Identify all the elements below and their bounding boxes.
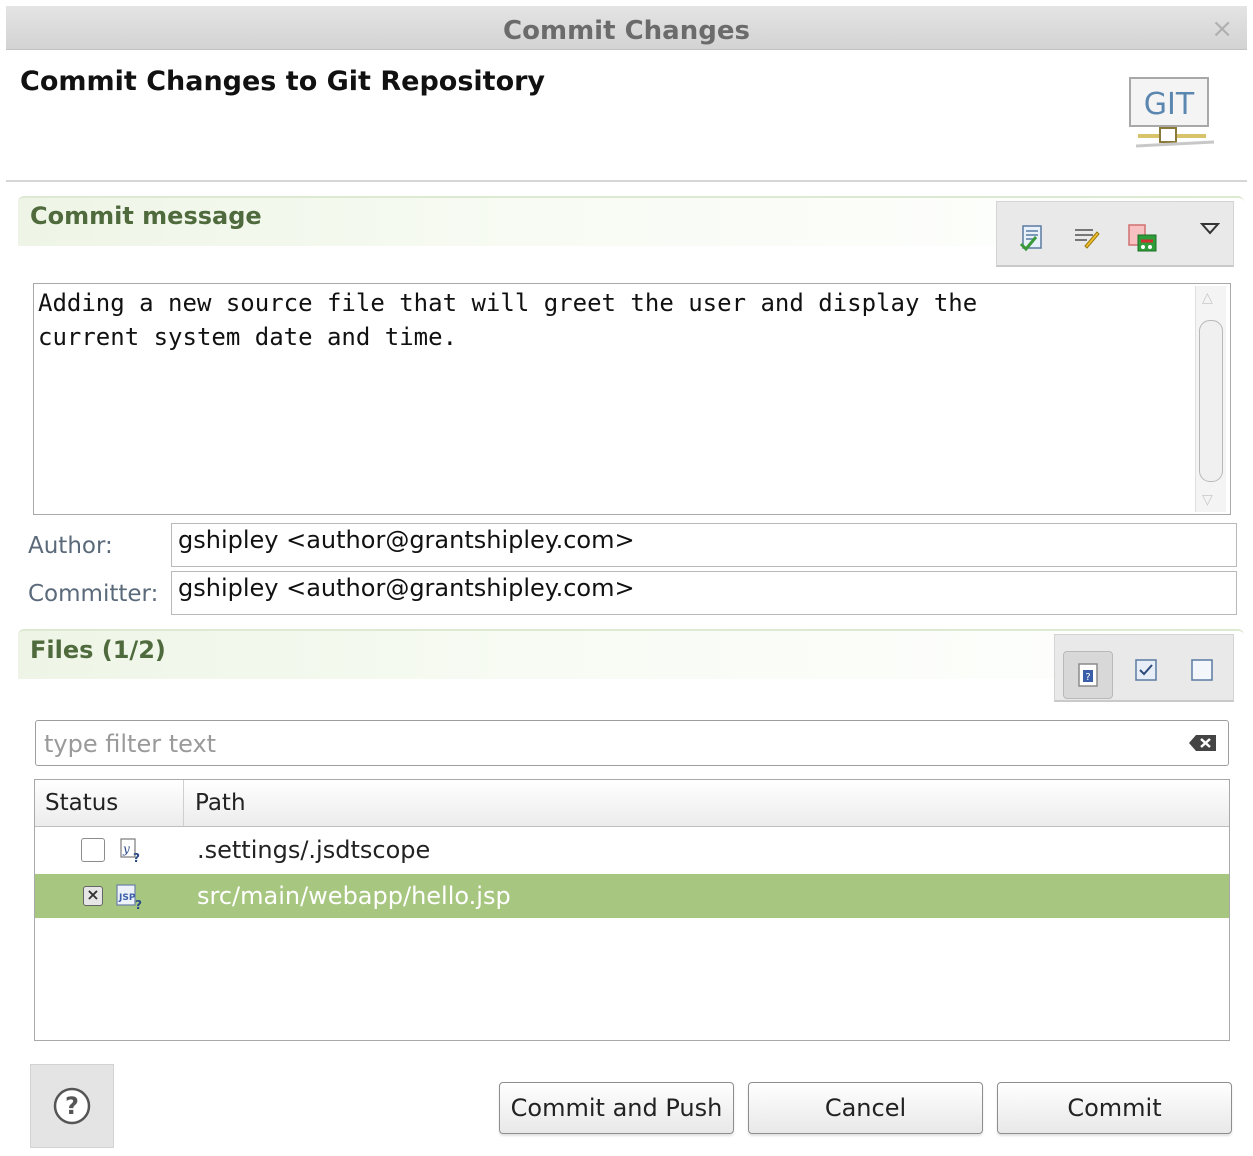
file-path: .settings/.jsdtscope [197,836,431,864]
commit-message-toolbar [996,201,1234,267]
select-all-icon[interactable] [1129,653,1163,687]
scroll-up-icon[interactable]: △ [1202,290,1213,306]
window-title: Commit Changes [503,16,750,46]
filter-input[interactable] [42,727,1176,761]
author-field[interactable]: gshipley <author@grantshipley.com> [171,523,1237,567]
show-untracked-icon[interactable]: ? [1063,651,1113,699]
committer-label: Committer: [28,581,159,607]
dialog-heading: Commit Changes to Git Repository [20,66,546,97]
message-scrollbar[interactable]: △ ▽ [1195,286,1226,512]
author-label: Author: [28,533,113,559]
commit-and-push-button[interactable]: Commit and Push [499,1082,734,1134]
commit-message-input[interactable]: Adding a new source file that will greet… [33,283,1231,515]
svg-text:?: ? [135,898,142,910]
svg-text:?: ? [65,1092,79,1120]
commit-button[interactable]: Commit [997,1082,1232,1134]
files-title: Files (1/2) [30,636,166,664]
files-table: Status Path y ? .settings/.jsdtscope × J… [34,779,1230,1041]
svg-text:?: ? [1085,672,1090,683]
svg-text:JSP: JSP [118,893,136,903]
close-icon[interactable]: × [1211,14,1233,44]
files-toolbar: ? [1054,634,1234,702]
previous-message-icon[interactable] [1069,220,1103,254]
help-icon: ? [53,1087,91,1125]
commit-message-title: Commit message [30,202,262,230]
commit-message-text[interactable]: Adding a new source file that will greet… [38,286,1178,354]
column-header-status[interactable]: Status [35,780,184,826]
svg-text:y: y [122,842,130,856]
git-logo-text: GIT [1144,87,1195,122]
scroll-down-icon[interactable]: ▽ [1202,492,1213,508]
spell-check-icon[interactable] [1015,220,1049,254]
dropdown-menu-icon[interactable] [1193,212,1227,246]
dialog-header: Commit Changes to Git Repository GIT [6,50,1247,182]
column-header-path[interactable]: Path [185,780,1229,826]
help-button[interactable]: ? [30,1064,114,1148]
file-checkbox-checked[interactable]: × [83,886,103,906]
scrollbar-thumb[interactable] [1199,320,1223,482]
git-logo-icon: GIT [1129,77,1215,148]
table-row-selected[interactable]: × JSP ? src/main/webapp/hello.jsp [35,874,1229,918]
title-bar: Commit Changes × [6,6,1247,50]
table-row[interactable]: y ? .settings/.jsdtscope [35,828,1229,872]
deselect-all-icon[interactable] [1185,653,1219,687]
clear-filter-icon[interactable] [1188,733,1218,753]
cancel-button[interactable]: Cancel [748,1082,983,1134]
committer-field[interactable]: gshipley <author@grantshipley.com> [171,571,1237,615]
file-path: src/main/webapp/hello.jsp [197,882,511,910]
file-checkbox[interactable] [81,838,105,862]
table-header: Status Path [35,780,1229,827]
untracked-jsp-file-icon: JSP ? [116,884,142,910]
svg-text:?: ? [133,851,140,864]
file-filter [35,720,1229,766]
sign-off-icon[interactable] [1125,220,1159,254]
untracked-file-icon: y ? [120,838,140,864]
